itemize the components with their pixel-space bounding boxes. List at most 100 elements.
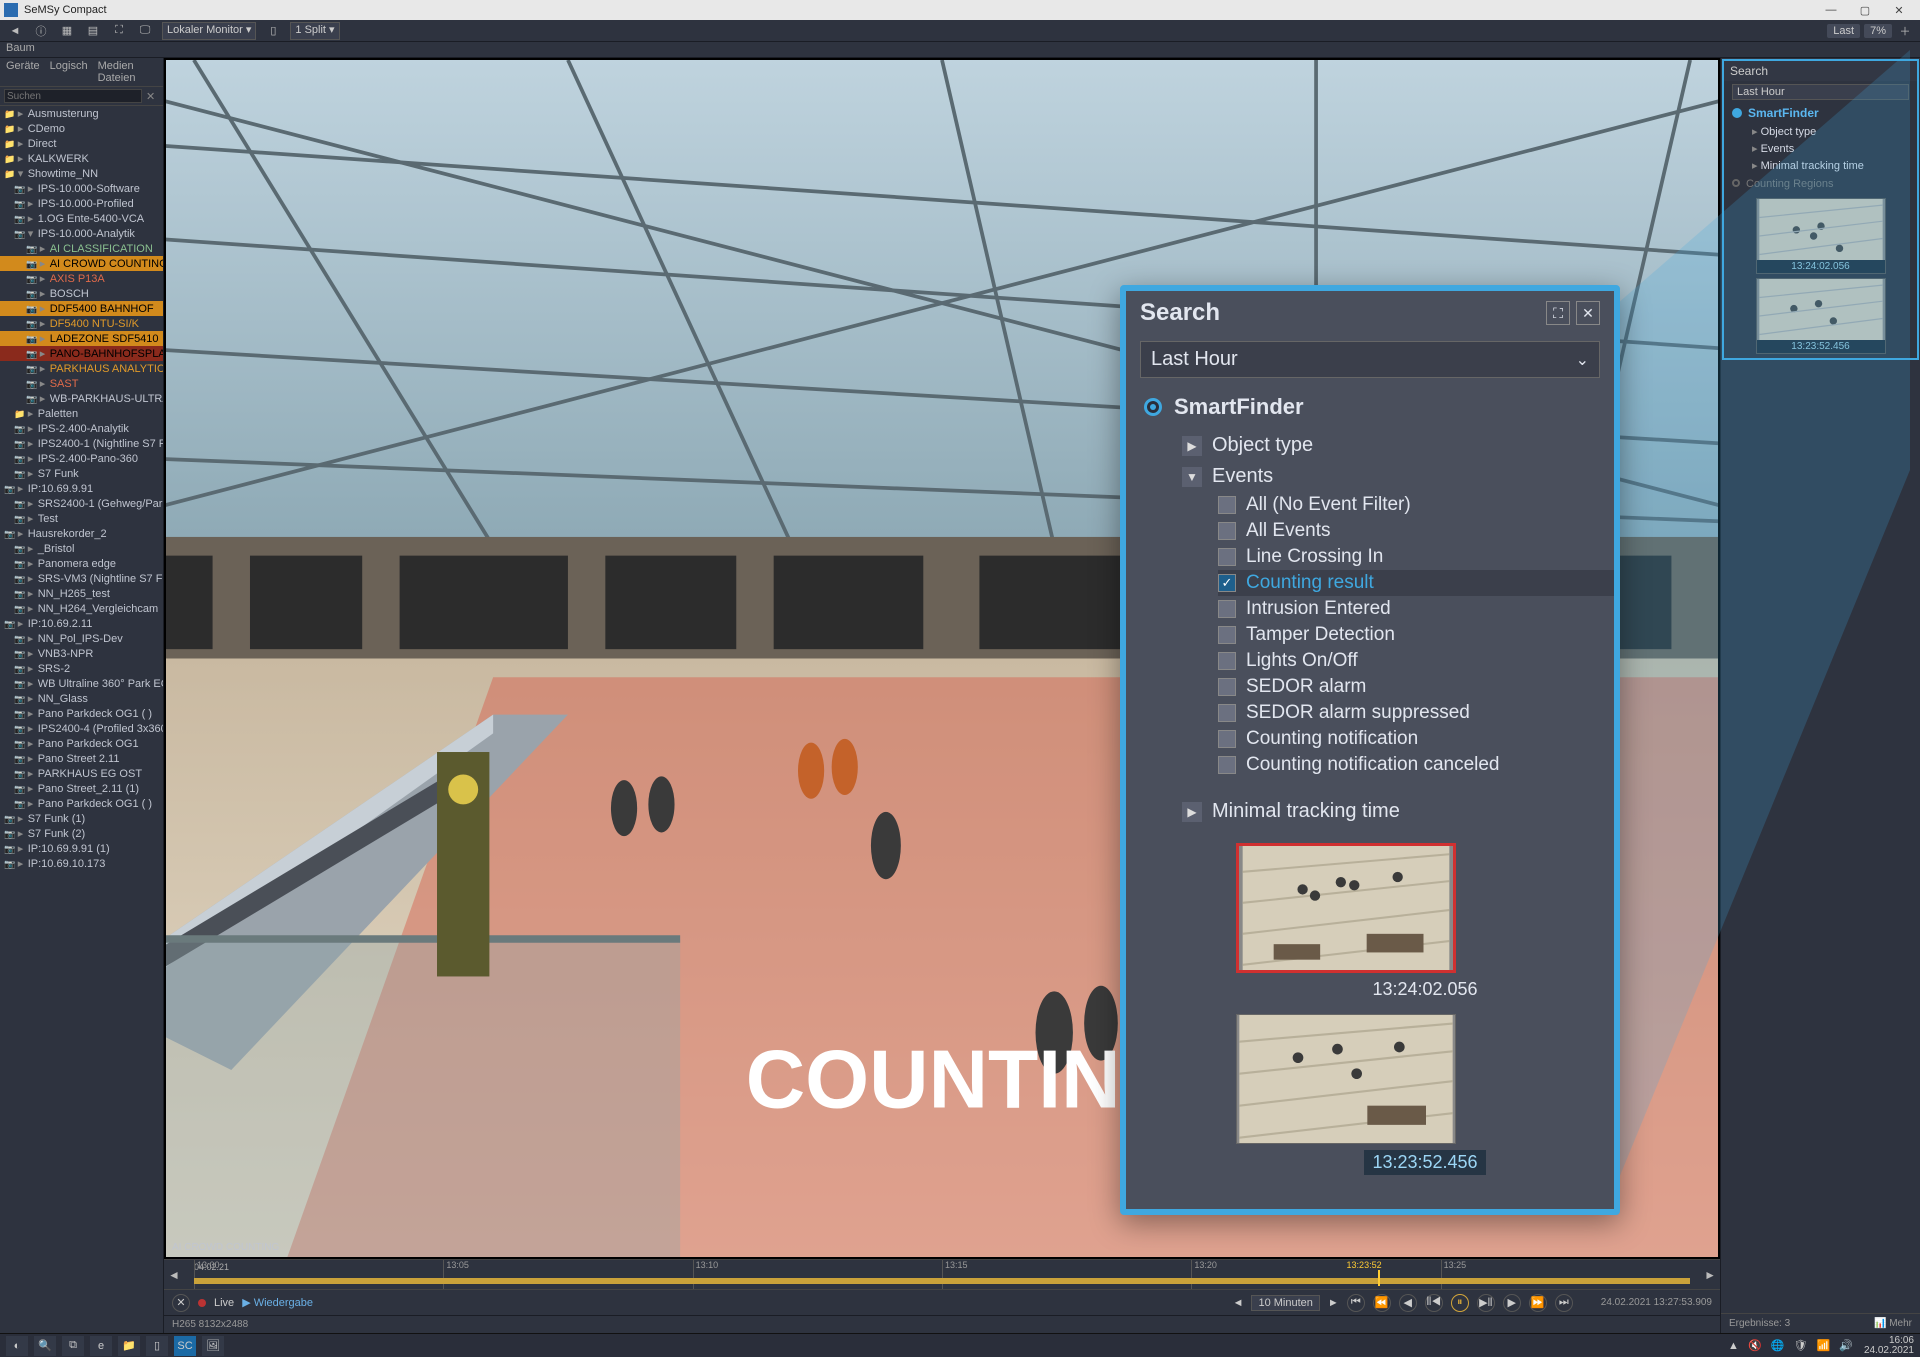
sidepanel-item-tracking[interactable]: Minimal tracking time	[1724, 157, 1917, 174]
event-option[interactable]: Line Crossing In	[1218, 544, 1614, 570]
tree-item[interactable]: ▸Pano Parkdeck OG1 ( )	[0, 796, 163, 811]
grid-icon[interactable]: ▦	[58, 22, 76, 40]
add-tab-icon[interactable]: ＋	[1896, 22, 1914, 40]
timeline-right-icon[interactable]: ►	[1704, 1268, 1716, 1282]
sidepanel-timerange-select[interactable]: Last Hour	[1732, 84, 1909, 100]
tree-item[interactable]: ▸NN_Glass	[0, 691, 163, 706]
counting-regions-label[interactable]: Counting Regions	[1746, 178, 1833, 190]
smartfinder-radio[interactable]	[1144, 398, 1162, 416]
taskbar-clock[interactable]: 16:06 24.02.2021	[1864, 1336, 1914, 1356]
event-option[interactable]: Counting notification canceled	[1218, 752, 1614, 778]
timeline-track[interactable]	[194, 1278, 1690, 1284]
tree-item[interactable]: ▸DDF5400 BAHNHOF	[0, 301, 163, 316]
step-back-button[interactable]: ◀	[1399, 1294, 1417, 1312]
tree-item[interactable]: ▸_Bristol	[0, 541, 163, 556]
event-option[interactable]: Counting result	[1218, 570, 1614, 596]
tree-item[interactable]: ▸IPS-10.000-Profiled	[0, 196, 163, 211]
step-fwd-button[interactable]: ▶	[1503, 1294, 1521, 1312]
taskbar-edge-icon[interactable]: e	[90, 1336, 112, 1356]
tree-item[interactable]: ▸S7 Funk	[0, 466, 163, 481]
checkbox-icon[interactable]	[1218, 522, 1236, 540]
smartfinder-heading[interactable]: SmartFinder	[1174, 394, 1304, 420]
tree-item[interactable]: ▸LADEZONE SDF5410	[0, 331, 163, 346]
event-option[interactable]: All Events	[1218, 518, 1614, 544]
more-link[interactable]: 📊 Mehr	[1874, 1318, 1912, 1329]
tree-item[interactable]: ▸SAST	[0, 376, 163, 391]
taskbar-search-icon[interactable]: 🔍	[34, 1336, 56, 1356]
tree-item[interactable]: ▸AXIS P13A	[0, 271, 163, 286]
tree-item[interactable]: ▸IPS-10.000-Software	[0, 181, 163, 196]
playback-label[interactable]: ▶ Wiedergabe	[242, 1296, 313, 1309]
tree-item[interactable]: ▸1.OG Ente-5400-VCA	[0, 211, 163, 226]
timeline-left-icon[interactable]: ◄	[168, 1268, 180, 1282]
layout-icon[interactable]: ▤	[84, 22, 102, 40]
range-back-icon[interactable]: ◄	[1233, 1297, 1244, 1309]
info-icon[interactable]: ⓘ	[32, 22, 50, 40]
tree-item[interactable]: ▸Pano Street 2.11	[0, 751, 163, 766]
timerange-dropdown[interactable]: Last Hour⌄	[1140, 341, 1600, 378]
checkbox-icon[interactable]	[1218, 574, 1236, 592]
tree-item[interactable]: ▸NN_H264_Vergleichcam	[0, 601, 163, 616]
monitor-icon[interactable]: 🖵	[136, 22, 154, 40]
nav-back-icon[interactable]: ◄	[6, 22, 24, 40]
pause-button[interactable]: ⏸	[1451, 1294, 1469, 1312]
sidepanel-item-events[interactable]: Events	[1724, 140, 1917, 157]
node-object-type[interactable]: ▶ Object type	[1126, 430, 1614, 461]
tree-item[interactable]: ▸Pano Parkdeck OG1 ( )	[0, 706, 163, 721]
radio-icon[interactable]	[1732, 108, 1742, 118]
checkbox-icon[interactable]	[1218, 626, 1236, 644]
node-events[interactable]: ▼ Events	[1126, 461, 1614, 492]
tree-item[interactable]: ▸CDemo	[0, 121, 163, 136]
tree-item[interactable]: ▸IPS-2.400-Analytik	[0, 421, 163, 436]
tree-item[interactable]: ▸BOSCH	[0, 286, 163, 301]
tray-icons[interactable]: ▲ 🔇 🌐 🛡 📶 🔊	[1728, 1339, 1856, 1352]
timeline-marker[interactable]	[1378, 1270, 1380, 1286]
tab-logical[interactable]: Logisch	[50, 60, 88, 84]
window-maximize-button[interactable]: ▢	[1848, 0, 1882, 20]
taskbar-app2-icon[interactable]: 🖼	[202, 1336, 224, 1356]
frame-fwd-button[interactable]: ▶⦀	[1477, 1294, 1495, 1312]
range-select[interactable]: 10 Minuten	[1251, 1295, 1319, 1311]
rewind-button[interactable]: ⏪	[1373, 1294, 1391, 1312]
timeline[interactable]: ◄ ► 04.02.21 13:0013:0513:1013:1513:2013…	[164, 1259, 1720, 1289]
tree-item[interactable]: ▸IP:10.69.2.11	[0, 616, 163, 631]
event-option[interactable]: SEDOR alarm suppressed	[1218, 700, 1614, 726]
expand-panel-icon[interactable]: ⛶	[1546, 301, 1570, 325]
event-option[interactable]: SEDOR alarm	[1218, 674, 1614, 700]
device-tree-panel[interactable]: Geräte Logisch Medien Dateien ✕ ▸Ausmust…	[0, 58, 164, 1333]
tree-item[interactable]: ▸WB-PARKHAUS-ULTRA	[0, 391, 163, 406]
tree-item[interactable]: ▾Showtime_NN	[0, 166, 163, 181]
tree-item[interactable]: ▸S7 Funk (2)	[0, 826, 163, 841]
tree-item[interactable]: ▸SRS-VM3 (Nightline S7 Funk)	[0, 571, 163, 586]
event-option[interactable]: All (No Event Filter)	[1218, 492, 1614, 518]
taskbar-taskview-icon[interactable]: ⧉	[62, 1336, 84, 1356]
range-fwd-icon[interactable]: ►	[1328, 1297, 1339, 1309]
result-thumb-1[interactable]	[1236, 843, 1456, 973]
event-option[interactable]: Lights On/Off	[1218, 648, 1614, 674]
tree-item[interactable]: ▸NN_H265_test	[0, 586, 163, 601]
sidepanel-thumb-2[interactable]: 13:23:52.456	[1756, 278, 1886, 354]
node-minimal-tracking[interactable]: ▶ Minimal tracking time	[1126, 796, 1614, 827]
tree-item[interactable]: ▸IPS2400-4 (Profiled 3x360)	[0, 721, 163, 736]
tree-item[interactable]: ▸Pano Street_2.11 (1)	[0, 781, 163, 796]
tree-item[interactable]: ▸WB Ultraline 360° Park EG	[0, 676, 163, 691]
tree-item[interactable]: ▸AI CROWD COUNTING	[0, 256, 163, 271]
taskbar-terminal-icon[interactable]: ▯	[146, 1336, 168, 1356]
tree-item[interactable]: ▸PANO-BAHNHOFSPLATZ	[0, 346, 163, 361]
taskbar-explorer-icon[interactable]: 📁	[118, 1336, 140, 1356]
tree-item[interactable]: ▸Paletten	[0, 406, 163, 421]
tree-item[interactable]: ▾IPS-10.000-Analytik	[0, 226, 163, 241]
taskbar-app1-icon[interactable]: SC	[174, 1336, 196, 1356]
window-close-button[interactable]: ✕	[1882, 0, 1916, 20]
checkbox-icon[interactable]	[1218, 730, 1236, 748]
tree-item[interactable]: ▸IPS-2.400-Pano-360	[0, 451, 163, 466]
tree-item[interactable]: ▸S7 Funk (1)	[0, 811, 163, 826]
radio-off-icon[interactable]	[1732, 179, 1740, 187]
live-label[interactable]: Live	[214, 1297, 234, 1309]
checkbox-icon[interactable]	[1218, 496, 1236, 514]
forward-button[interactable]: ⏩	[1529, 1294, 1547, 1312]
layout-select[interactable]: 1 Split ▾	[290, 22, 339, 40]
close-panel-icon[interactable]: ✕	[1576, 301, 1600, 325]
tree-item[interactable]: ▸NN_Pol_IPS-Dev	[0, 631, 163, 646]
tree-item[interactable]: ▸AI CLASSIFICATION	[0, 241, 163, 256]
